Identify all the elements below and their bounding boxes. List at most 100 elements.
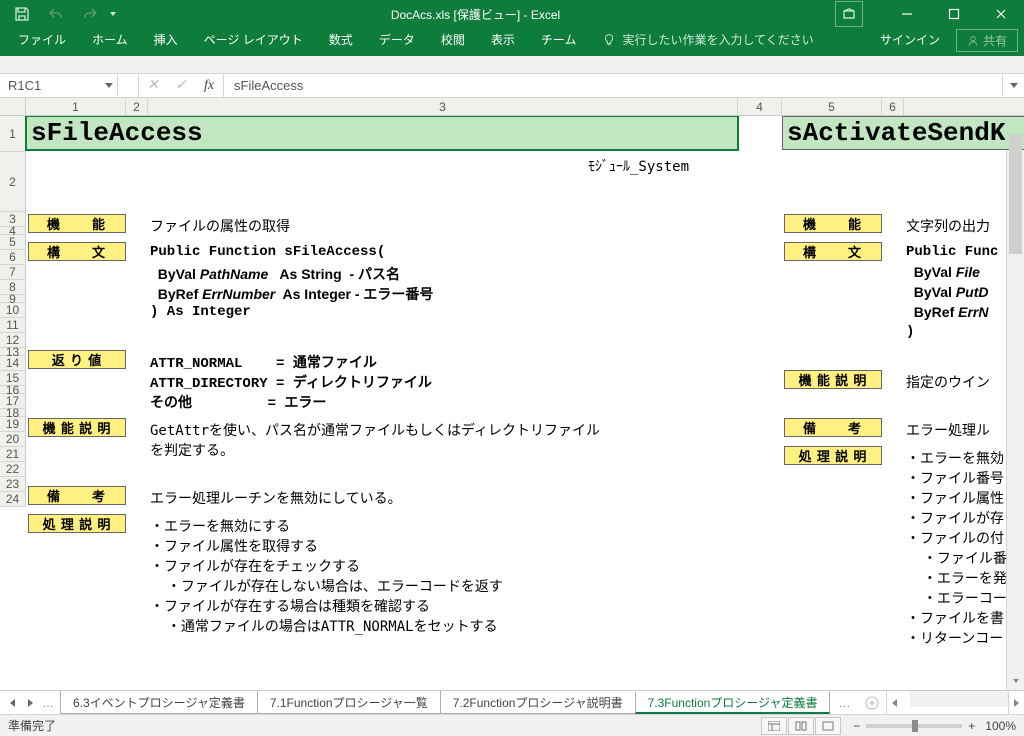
sheet-tab-7-2[interactable]: 7.2Functionプロシージャ説明書	[440, 691, 636, 714]
select-all-corner[interactable]	[0, 98, 26, 115]
h-scroll-left-icon[interactable]	[886, 691, 902, 714]
label-kinousetumei: 機 能 説 明	[28, 418, 126, 437]
row-header-1[interactable]: 1	[0, 116, 26, 152]
row-header-16[interactable]: 16	[0, 386, 26, 394]
sheet-tabs-overflow-icon[interactable]: …	[830, 691, 858, 714]
zoom-out-icon[interactable]: −	[853, 719, 860, 733]
col-header-6[interactable]: 6	[882, 98, 904, 115]
zoom-percent[interactable]: 100%	[985, 719, 1016, 733]
enter-formula-icon[interactable]: ✓	[167, 77, 195, 94]
close-button[interactable]	[978, 0, 1024, 28]
person-icon	[967, 35, 979, 47]
horizontal-scrollbar[interactable]	[910, 691, 1008, 707]
tab-page-layout[interactable]: ページ レイアウト	[192, 27, 315, 52]
fx-icon[interactable]: fx	[195, 78, 223, 94]
row-header-10[interactable]: 10	[0, 303, 26, 318]
row-header-7[interactable]: 7	[0, 265, 26, 280]
cell-r5: Public Function sFileAccess(	[150, 244, 385, 260]
tab-insert[interactable]: 挿入	[142, 27, 190, 52]
col-header-1[interactable]: 1	[26, 98, 126, 115]
zoom-track[interactable]	[866, 724, 962, 728]
row-header-22[interactable]: 22	[0, 462, 26, 477]
row-header-4[interactable]: 4	[0, 227, 26, 235]
cancel-formula-icon[interactable]: ✕	[139, 77, 167, 94]
cell-rr11: 指定のウイン	[906, 372, 990, 392]
row-header-21[interactable]: 21	[0, 447, 26, 462]
scroll-thumb-v[interactable]	[1009, 134, 1022, 254]
cell-title-right[interactable]: sActivateSendK	[782, 116, 1024, 150]
cell-rr16: ・ファイル番号	[906, 468, 1004, 488]
formula-bar: R1C1 ✕ ✓ fx sFileAccess	[0, 74, 1024, 98]
tab-review[interactable]: 校閲	[429, 27, 477, 52]
view-normal-icon[interactable]	[761, 717, 787, 735]
sheet-nav-next-icon[interactable]	[22, 699, 38, 707]
cell-rr7: ByVal PutD	[906, 284, 988, 302]
tab-home[interactable]: ホーム	[80, 27, 140, 52]
signin-button[interactable]: サインイン	[866, 27, 954, 52]
maximize-button[interactable]	[931, 0, 977, 28]
row-header-20[interactable]: 20	[0, 432, 26, 447]
zoom-thumb[interactable]	[912, 720, 918, 732]
col-header-4[interactable]: 4	[738, 98, 782, 115]
col-header-2[interactable]: 2	[126, 98, 148, 115]
status-bar: 準備完了 − + 100%	[0, 714, 1024, 736]
titlebar: DocAcs.xls [保護ビュー] - Excel	[0, 0, 1024, 28]
h-scroll-right-icon[interactable]	[1008, 691, 1024, 714]
cell-title-left[interactable]: sFileAccess	[26, 116, 738, 150]
undo-icon[interactable]	[42, 1, 70, 27]
row-header-13[interactable]: 13	[0, 348, 26, 356]
name-box[interactable]: R1C1	[0, 74, 118, 97]
sheet-tab-6-3[interactable]: 6.3イベントプロシージャ定義書	[60, 691, 258, 714]
tab-team[interactable]: チーム	[529, 27, 589, 52]
ribbon-display-options-icon[interactable]	[835, 1, 863, 27]
cells-area[interactable]: sFileAccess sActivateSendK ﾓｼﾞｭｰﾙ_System…	[26, 116, 1006, 690]
minimize-button[interactable]	[884, 0, 930, 28]
cell-rr18: ・ファイルが存	[906, 508, 1004, 528]
cell-r19: ・エラーを無効にする	[150, 516, 290, 536]
name-box-dropdown-icon[interactable]	[105, 83, 113, 88]
cell-rr8: ByRef ErrN	[906, 304, 988, 322]
redo-icon[interactable]	[76, 1, 104, 27]
view-page-layout-icon[interactable]	[788, 717, 814, 735]
col-header-3[interactable]: 3	[148, 98, 738, 115]
label-bikou-r: 備 考	[784, 418, 882, 437]
row-header-11[interactable]: 11	[0, 318, 26, 333]
row-header-14[interactable]: 14	[0, 356, 26, 371]
zoom-in-icon[interactable]: +	[968, 719, 975, 733]
sheet-tab-7-1[interactable]: 7.1Functionプロシージャ一覧	[257, 691, 441, 714]
cell-r11: ATTR_DIRECTORY = ディレクトリファイル	[150, 372, 432, 392]
sheet-tab-7-3[interactable]: 7.3Functionプロシージャ定義書	[635, 691, 831, 714]
share-button[interactable]: 共有	[956, 29, 1018, 52]
add-sheet-button[interactable]	[858, 691, 886, 714]
tab-view[interactable]: 表示	[479, 27, 527, 52]
row-header-6[interactable]: 6	[0, 250, 26, 265]
view-buttons	[761, 717, 841, 735]
row-header-23[interactable]: 23	[0, 477, 26, 492]
label-bikou: 備 考	[28, 486, 126, 505]
cell-rr23: ・ファイルを書	[906, 608, 1004, 628]
tab-data[interactable]: データ	[367, 27, 427, 52]
row-header-18[interactable]: 18	[0, 409, 26, 417]
view-page-break-icon[interactable]	[815, 717, 841, 735]
tell-me-search[interactable]: 実行したい作業を入力してください	[590, 27, 825, 52]
scroll-down-icon[interactable]	[1007, 672, 1024, 690]
row-header-2[interactable]: 2	[0, 152, 26, 212]
grid-area: 1 2 3 4 5 6 1 2 3 4 5 6 7 8 9 10 11 12 1…	[0, 98, 1024, 690]
row-header-5[interactable]: 5	[0, 235, 26, 250]
formula-input[interactable]: sFileAccess	[224, 74, 1002, 97]
row-header-24[interactable]: 24	[0, 492, 26, 507]
sheet-nav-prev-icon[interactable]	[4, 699, 20, 707]
row-header-19[interactable]: 19	[0, 417, 26, 432]
vertical-scrollbar[interactable]	[1006, 116, 1024, 690]
sheet-nav-more-icon[interactable]: …	[40, 696, 56, 710]
save-icon[interactable]	[8, 1, 36, 27]
tab-file[interactable]: ファイル	[6, 27, 78, 52]
column-headers: 1 2 3 4 5 6	[0, 98, 1024, 116]
formula-expand-icon[interactable]	[1002, 74, 1024, 97]
row-header-9[interactable]: 9	[0, 295, 26, 303]
sheet-nav: …	[0, 691, 61, 714]
tab-formulas[interactable]: 数式	[317, 27, 365, 52]
zoom-slider[interactable]: − +	[853, 719, 975, 733]
cell-r15: を判定する。	[150, 440, 234, 460]
col-header-5[interactable]: 5	[782, 98, 882, 115]
